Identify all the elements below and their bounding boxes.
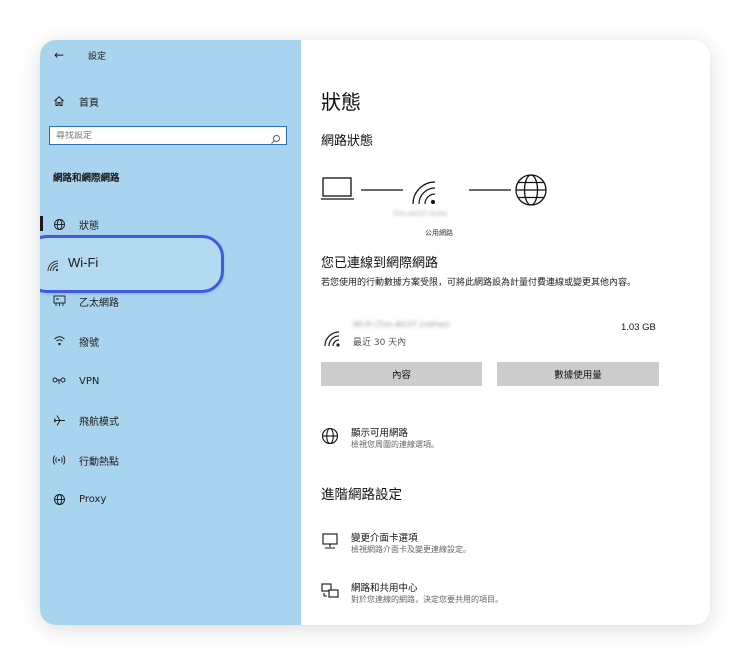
sidebar-item-label: 行動熱點	[79, 456, 119, 468]
network-adapter-icon	[322, 533, 338, 549]
link-description: 檢視網路介面卡及變更連線設定。	[351, 545, 471, 554]
settings-title: 設定	[88, 51, 107, 62]
sidebar: ← 設定 首頁 網路和網際網路 狀態 Wi-	[40, 40, 301, 625]
home-icon	[52, 94, 66, 108]
sidebar-item-label: Proxy	[79, 493, 107, 505]
link-description: 對於您連線的網路，決定您要共用的項目。	[351, 595, 503, 604]
search-box	[49, 126, 287, 145]
connected-heading: 您已連線到網際網路	[321, 256, 439, 271]
airplane-icon	[52, 413, 66, 427]
usage-amount: 1.03 GB	[621, 322, 656, 333]
search-icon[interactable]	[270, 130, 281, 144]
section-title: 網路和網際網路	[53, 173, 120, 184]
phone-icon	[52, 334, 66, 348]
sidebar-item-vpn[interactable]: VPN	[40, 370, 301, 392]
wifi-icon	[46, 258, 62, 272]
wifi-signal-icon	[412, 181, 436, 205]
properties-button[interactable]: 內容	[321, 362, 482, 386]
sidebar-item-hotspot[interactable]: 行動熱點	[40, 449, 301, 471]
sidebar-item-label: 撥號	[79, 337, 99, 349]
proxy-globe-icon	[52, 492, 66, 506]
page-title: 狀態	[321, 90, 361, 114]
sidebar-item-ethernet[interactable]: 乙太網路	[40, 290, 301, 312]
network-status-title: 網路狀態	[321, 134, 374, 149]
sidebar-item-status[interactable]: 狀態	[40, 213, 301, 235]
link-title: 變更介面卡選項	[351, 533, 418, 544]
back-row: ← 設定	[54, 48, 106, 62]
sidebar-item-label: 乙太網路	[79, 297, 119, 309]
sidebar-item-dialup[interactable]: 撥號	[40, 330, 301, 352]
internet-globe-icon	[515, 174, 547, 206]
sidebar-item-label: 首頁	[79, 97, 99, 109]
back-arrow-icon[interactable]: ←	[54, 48, 70, 62]
globe-icon	[52, 217, 66, 231]
network-type: 公用網路	[425, 229, 453, 237]
wifi-icon	[324, 331, 340, 347]
sidebar-item-home[interactable]: 首頁	[40, 90, 301, 112]
usage-network-name: Wi-Fi (Tim-AG37 (rothe))	[353, 320, 450, 329]
main-content: 狀態 網路狀態 Tim-AG37-5ohe 公用網路 您已連線到網際網路 若您使…	[301, 40, 710, 625]
globe-icon	[321, 427, 339, 445]
sidebar-item-wifi[interactable]: Wi-Fi	[40, 235, 224, 293]
link-title: 網路和共用中心	[351, 583, 418, 594]
sidebar-item-proxy[interactable]: Proxy	[40, 488, 301, 510]
sidebar-item-label: 飛航模式	[79, 416, 119, 428]
sidebar-item-airplane[interactable]: 飛航模式	[40, 409, 301, 431]
usage-period: 最近 30 天內	[353, 338, 407, 348]
vpn-icon	[52, 374, 66, 388]
link-title: 顯示可用網路	[351, 428, 409, 439]
settings-window: ← 設定 首頁 網路和網際網路 狀態 Wi-	[40, 40, 710, 625]
search-input[interactable]	[50, 130, 260, 141]
sidebar-item-label: 狀態	[79, 220, 99, 232]
network-name: Tim-AG37-5ohe	[393, 210, 448, 218]
link-description: 檢視您周圍的連線選項。	[351, 440, 439, 449]
advanced-settings-heading: 進階網路設定	[321, 487, 402, 503]
hotspot-icon	[52, 453, 66, 467]
sidebar-item-label: VPN	[79, 375, 100, 387]
sharing-center-icon	[321, 583, 339, 598]
sidebar-item-label: Wi-Fi	[68, 255, 99, 270]
data-usage-button[interactable]: 數據使用量	[497, 362, 659, 386]
laptop-icon	[321, 177, 354, 200]
connected-description: 若您使用的行動數據方案受限，可將此網路設為計量付費連線或變更其他內容。	[321, 278, 637, 288]
ethernet-icon	[52, 294, 66, 308]
